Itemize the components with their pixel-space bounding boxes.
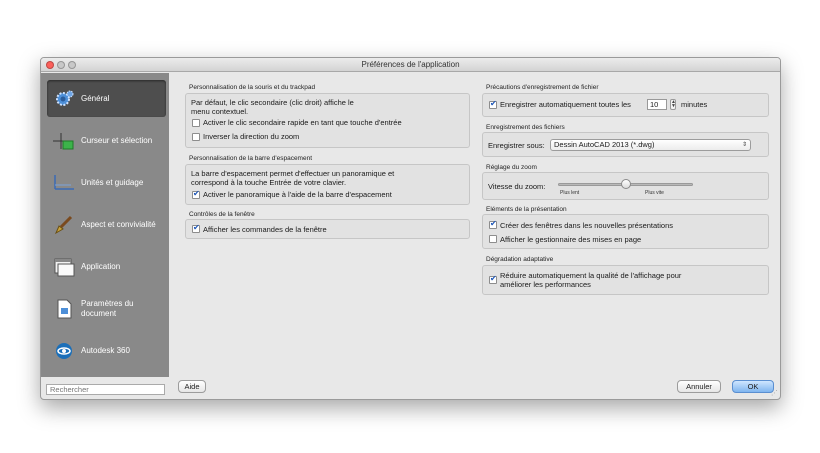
autosave-label: Enregistrer automatiquement toutes les: [500, 100, 631, 109]
zoom-group: Vitesse du zoom: Plus lent Plus vite: [482, 172, 769, 200]
sidebar-item-label: Application: [81, 261, 121, 271]
paintbrush-icon: [53, 215, 75, 235]
minimize-window-button[interactable]: [57, 61, 65, 69]
mouse-description: Par défaut, le clic secondaire (clic dro…: [191, 98, 354, 107]
page-setup-manager-checkbox[interactable]: [489, 235, 497, 243]
spacebar-pan-checkbox[interactable]: [192, 189, 200, 199]
application-icon: [53, 257, 75, 277]
cancel-button[interactable]: Annuler: [677, 380, 721, 393]
title-bar[interactable]: Préférences de l'application: [41, 58, 780, 72]
close-window-button[interactable]: [46, 61, 54, 69]
invert-zoom-checkbox[interactable]: [192, 133, 200, 141]
resize-grip-icon[interactable]: ⋰: [771, 389, 778, 397]
sidebar-item-label: Général: [81, 93, 110, 103]
cursor-icon: [53, 131, 75, 151]
save-as-value: Dessin AutoCAD 2013 (*.dwg): [554, 140, 655, 149]
invert-zoom-label: Inverser la direction du zoom: [203, 132, 300, 141]
adaptive-degradation-label-2: améliorer les performances: [500, 280, 591, 289]
autosave-minutes-field[interactable]: 10: [647, 99, 667, 110]
create-viewports-checkbox[interactable]: [489, 219, 497, 229]
zoom-speed-label: Vitesse du zoom:: [488, 182, 546, 191]
save-precautions-group: Enregistrer automatiquement toutes les 1…: [482, 93, 769, 117]
save-precautions-title: Précautions d'enregistrement de fichier: [486, 84, 599, 91]
sidebar-item-units[interactable]: Unités et guidage: [47, 164, 166, 201]
window-controls-group: Afficher les commandes de la fenêtre: [185, 219, 470, 239]
adaptive-group: Réduire automatiquement la qualité de l'…: [482, 265, 769, 295]
sidebar-item-document-settings[interactable]: Paramètres du document: [47, 290, 166, 327]
adaptive-degradation-checkbox[interactable]: [489, 274, 497, 284]
adaptive-degradation-label: Réduire automatiquement la qualité de l'…: [500, 271, 682, 280]
mouse-description-2: menu contextuel.: [191, 107, 249, 116]
create-viewports-label: Créer des fenêtres dans les nouvelles pr…: [500, 221, 674, 230]
gear-icon: [53, 89, 75, 109]
layouts-title: Eléments de la présentation: [486, 206, 567, 213]
sidebar-item-label: Paramètres du document: [81, 298, 134, 318]
save-as-select[interactable]: Dessin AutoCAD 2013 (*.dwg) ⇕: [550, 139, 751, 151]
sidebar-item-look-feel[interactable]: Aspect et convivialité: [47, 206, 166, 243]
window-title: Préférences de l'application: [361, 60, 460, 69]
sidebar-item-label: Aspect et convivialité: [81, 219, 156, 229]
autosave-minutes-stepper[interactable]: ▲ ▼: [670, 99, 676, 110]
sidebar-item-application[interactable]: Application: [47, 248, 166, 285]
help-button[interactable]: Aide: [178, 380, 206, 393]
quick-secondary-click-label: Activer le clic secondaire rapide en tan…: [203, 118, 402, 127]
quick-secondary-click-checkbox[interactable]: [192, 119, 200, 127]
mouse-group: Par défaut, le clic secondaire (clic dro…: [185, 93, 470, 148]
sidebar-item-label: Curseur et sélection: [81, 135, 153, 145]
document-icon: [53, 299, 75, 319]
zoom-window-button[interactable]: [68, 61, 76, 69]
select-arrows-icon: ⇕: [741, 141, 747, 148]
sidebar-item-label: Autodesk 360: [81, 345, 130, 355]
autosave-unit: minutes: [681, 100, 708, 109]
zoom-fast-label: Plus vite: [645, 190, 664, 196]
zoom-slow-label: Plus lent: [560, 190, 580, 196]
spacebar-description-2: correspond à la touche Entrée de votre c…: [191, 178, 347, 187]
sidebar: Général Curseur et sélection Unités et g…: [41, 73, 169, 390]
sidebar-item-label: Unités et guidage: [81, 177, 144, 187]
autodesk-360-icon: [53, 341, 75, 361]
spacebar-pan-label: Activer le panoramique à l'aide de la ba…: [203, 190, 392, 199]
sidebar-item-cursor-selection[interactable]: Curseur et sélection: [47, 122, 166, 159]
search-input[interactable]: [46, 384, 165, 395]
file-save-group: Enregistrer sous: Dessin AutoCAD 2013 (*…: [482, 132, 769, 157]
autosave-checkbox[interactable]: [489, 99, 497, 109]
ruler-icon: [53, 173, 75, 193]
ok-button[interactable]: OK: [732, 380, 774, 393]
file-save-title: Enregistrement des fichiers: [486, 124, 565, 131]
spacebar-section-title: Personnalisation de la barre d'espacemen…: [189, 155, 313, 162]
preferences-window: Préférences de l'application Général Cur…: [40, 57, 781, 400]
zoom-speed-slider-knob[interactable]: [620, 179, 631, 189]
show-window-controls-checkbox[interactable]: [192, 223, 200, 233]
mouse-section-title: Personnalisation de la souris et du trac…: [189, 84, 316, 91]
spacebar-group: La barre d'espacement permet d'effectuer…: [185, 164, 470, 205]
save-as-label: Enregistrer sous:: [488, 141, 545, 150]
spacebar-description: La barre d'espacement permet d'effectuer…: [191, 169, 395, 178]
window-controls-section-title: Contrôles de la fenêtre: [189, 211, 255, 218]
page-setup-manager-label: Afficher le gestionnaire des mises en pa…: [500, 235, 642, 244]
sidebar-item-general[interactable]: Général: [47, 80, 166, 117]
zoom-title: Réglage du zoom: [486, 164, 537, 171]
adaptive-title: Dégradation adaptative: [486, 256, 554, 263]
show-window-controls-label: Afficher les commandes de la fenêtre: [203, 225, 327, 234]
sidebar-item-autodesk-360[interactable]: Autodesk 360: [47, 332, 166, 369]
layouts-group: Créer des fenêtres dans les nouvelles pr…: [482, 214, 769, 249]
